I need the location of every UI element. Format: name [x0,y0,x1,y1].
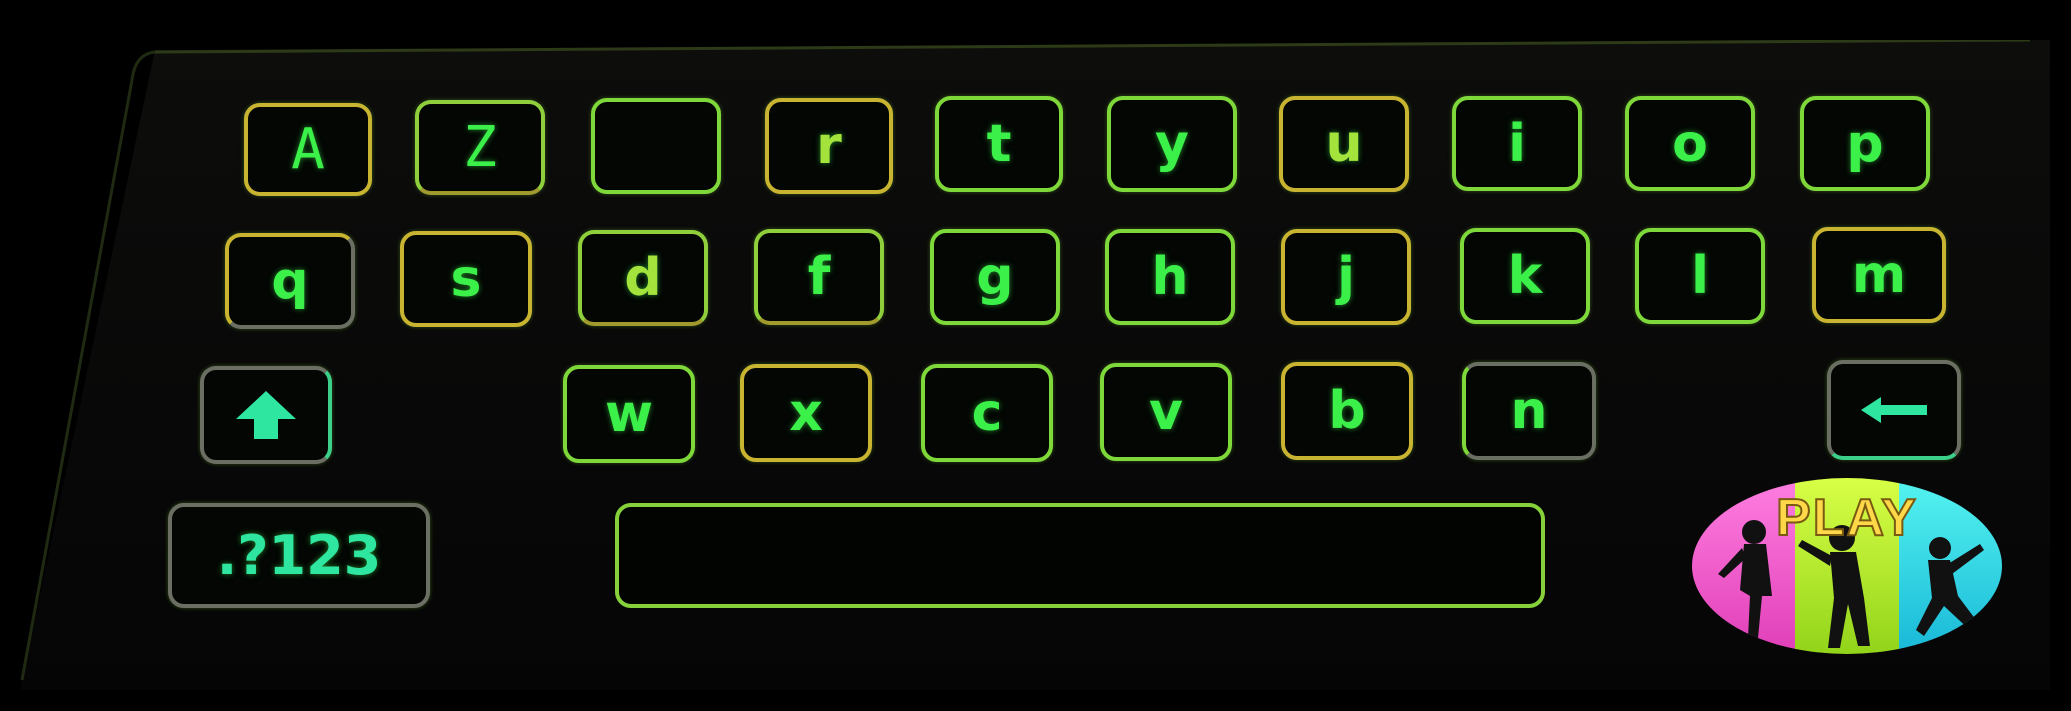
key-e[interactable] [591,98,721,194]
key-label: w [604,384,654,444]
left-arrow-icon [1861,397,1927,423]
key-label: c [971,383,1003,443]
key-label: n [1510,381,1548,441]
key-label: o [1672,113,1708,174]
key-label: x [789,383,823,443]
space-bar[interactable] [615,503,1545,608]
key-h[interactable]: h [1105,229,1235,325]
key-v[interactable]: v [1100,363,1232,461]
key-label: r [816,116,842,176]
key-n[interactable]: n [1462,362,1596,460]
key-label: k [1507,246,1543,306]
key-label: q [271,251,309,311]
screen-background: A Z r t y u i o p q s d f g h j k l m w … [0,0,2071,711]
key-label: l [1691,246,1709,306]
symbols-key-label: .?123 [216,524,382,587]
key-label: f [807,247,831,307]
key-a[interactable]: A [244,103,372,196]
key-s[interactable]: s [400,231,532,327]
key-y[interactable]: y [1107,96,1237,192]
key-label: p [1846,113,1884,174]
key-label: A [291,117,325,182]
key-t[interactable]: t [935,96,1063,192]
play-label: PLAY [1775,488,1918,548]
key-f[interactable]: f [754,229,884,325]
key-label: j [1337,247,1355,307]
key-p[interactable]: p [1800,96,1930,191]
key-label: m [1851,245,1907,305]
shift-key[interactable] [200,366,332,464]
key-b[interactable]: b [1281,362,1413,460]
key-d[interactable]: d [578,230,708,326]
key-r[interactable]: r [765,98,893,194]
key-label: d [624,248,662,308]
key-label: t [986,114,1012,174]
key-label: h [1151,247,1189,307]
symbols-key[interactable]: .?123 [168,503,430,608]
key-w[interactable]: w [563,365,695,463]
key-z[interactable]: Z [415,100,545,195]
key-label: b [1328,381,1366,441]
key-k[interactable]: k [1460,228,1590,324]
key-l[interactable]: l [1635,228,1765,324]
key-label: Z [463,115,497,180]
key-i[interactable]: i [1452,96,1582,191]
key-x[interactable]: x [740,364,872,462]
key-label: u [1325,114,1363,174]
play-button[interactable]: PLAY [1692,478,2002,654]
key-label: i [1508,113,1526,174]
key-c[interactable]: c [921,364,1053,462]
key-u[interactable]: u [1279,96,1409,192]
key-j[interactable]: j [1281,229,1411,325]
key-label: y [1155,114,1189,174]
key-q[interactable]: q [225,233,355,329]
backspace-key[interactable] [1827,360,1961,460]
up-arrow-icon [236,391,296,439]
key-o[interactable]: o [1625,96,1755,191]
key-g[interactable]: g [930,229,1060,325]
key-label: s [450,249,482,309]
key-label: v [1149,382,1183,442]
key-m[interactable]: m [1812,227,1946,323]
key-label: g [976,247,1014,307]
